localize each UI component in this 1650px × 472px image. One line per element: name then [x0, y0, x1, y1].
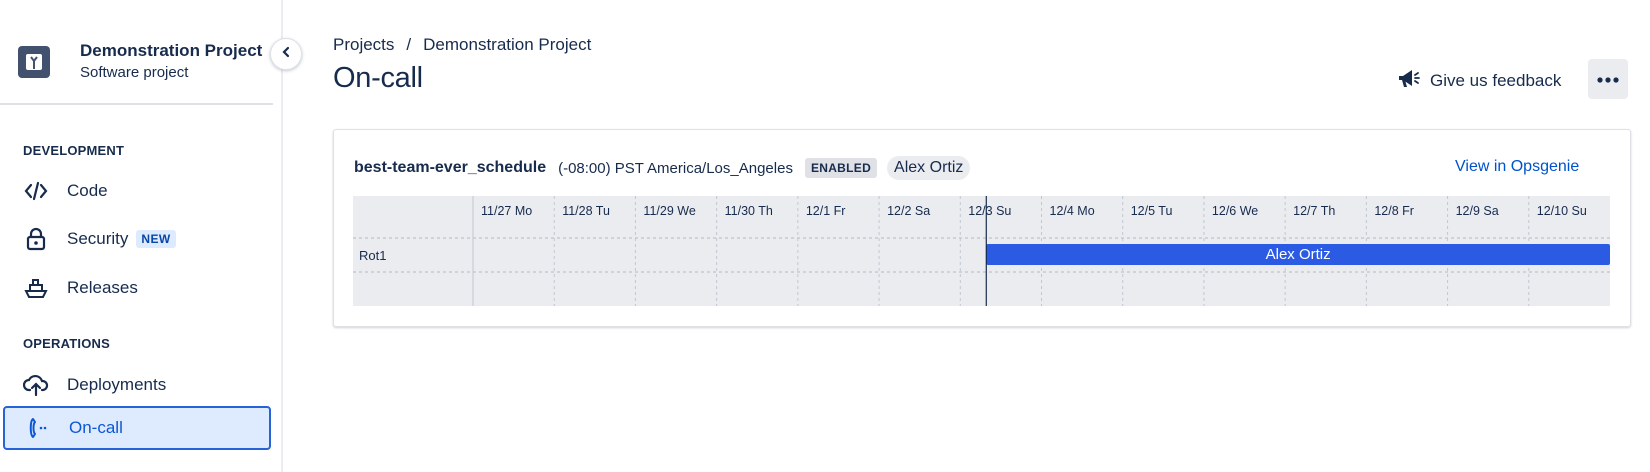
day-header: 11/30 Th [725, 204, 773, 218]
day-header: 12/9 Sa [1456, 204, 1499, 218]
more-actions-button[interactable] [1588, 59, 1628, 99]
sidebar-item-label: On-call [69, 418, 123, 437]
section-heading-operations: OPERATIONS [23, 336, 110, 351]
feedback-button[interactable]: Give us feedback [1396, 66, 1561, 95]
sidebar-divider [0, 103, 273, 105]
lock-icon [23, 226, 49, 252]
day-header: 11/28 Tu [562, 204, 610, 218]
day-header: 11/29 We [643, 204, 695, 218]
sidebar-item-on-call[interactable]: On-call [3, 406, 271, 450]
sidebar-item-label: Code [67, 181, 108, 200]
day-header: 12/10 Su [1537, 204, 1587, 218]
schedule-card: best-team-ever_schedule (-08:00) PST Ame… [333, 129, 1631, 327]
day-header: 12/1 Fr [806, 204, 846, 218]
more-icon [1597, 70, 1619, 88]
schedule-header: best-team-ever_schedule (-08:00) PST Ame… [354, 156, 971, 180]
phone-icon [25, 415, 51, 441]
breadcrumb: Projects / Demonstration Project [333, 35, 591, 55]
section-heading-development: DEVELOPMENT [23, 143, 125, 158]
sidebar-item-label: Releases [67, 278, 138, 297]
project-type: Software project [80, 64, 189, 81]
sidebar-item-releases[interactable]: Releases [3, 266, 271, 310]
sidebar-item-label: Security [67, 229, 129, 248]
breadcrumb-project[interactable]: Demonstration Project [423, 35, 591, 55]
status-badge: ENABLED [804, 158, 878, 178]
ship-icon [23, 275, 49, 301]
megaphone-icon [1396, 66, 1420, 95]
day-header: 12/5 Tu [1131, 204, 1173, 218]
schedule-timezone: (-08:00) PST America/Los_Angeles [558, 159, 793, 177]
breadcrumb-separator: / [406, 35, 412, 54]
day-header: 12/3 Su [968, 204, 1011, 218]
sidebar-item-security[interactable]: Security NEW [3, 217, 271, 261]
chevron-left-icon [280, 45, 292, 63]
day-header: 12/7 Th [1293, 204, 1335, 218]
feedback-label: Give us feedback [1430, 70, 1562, 90]
timeline-svg: 11/27 Mo 11/28 Tu 11/29 We 11/30 Th 12/1 Fr 1… [353, 196, 1610, 306]
rotation-assignee: Alex Ortiz [1266, 246, 1331, 263]
sidebar-item-code[interactable]: Code [3, 169, 271, 213]
day-header: 11/27 Mo [481, 204, 532, 218]
schedule-name: best-team-ever_schedule [354, 159, 547, 176]
code-icon [23, 178, 49, 204]
new-badge: NEW [136, 230, 176, 248]
project-name: Demonstration Project [80, 41, 263, 60]
project-avatar-icon [18, 46, 50, 78]
schedule-timeline: 11/27 Mo 11/28 Tu 11/29 We 11/30 Th 12/1 Fr 1… [353, 196, 1610, 306]
sidebar-item-deployments[interactable]: Deployments [3, 363, 271, 407]
view-in-opsgenie-link[interactable]: View in Opsgenie [1455, 158, 1579, 176]
rotation-label: Rot1 [359, 248, 386, 263]
on-call-person: Alex Ortiz [887, 156, 971, 180]
day-header: 12/6 We [1212, 204, 1258, 218]
day-header: 12/4 Mo [1050, 204, 1095, 218]
project-header[interactable]: Demonstration Project Software project [18, 40, 262, 84]
page-title: On-call [333, 62, 423, 94]
collapse-sidebar-button[interactable] [270, 38, 302, 70]
day-header: 12/2 Sa [887, 204, 930, 218]
sidebar-item-label: Deployments [67, 375, 167, 394]
cloud-upload-icon [23, 372, 49, 398]
breadcrumb-projects[interactable]: Projects [333, 35, 394, 55]
sidebar: Demonstration Project Software project D… [0, 0, 283, 472]
day-header: 12/8 Fr [1374, 204, 1414, 218]
